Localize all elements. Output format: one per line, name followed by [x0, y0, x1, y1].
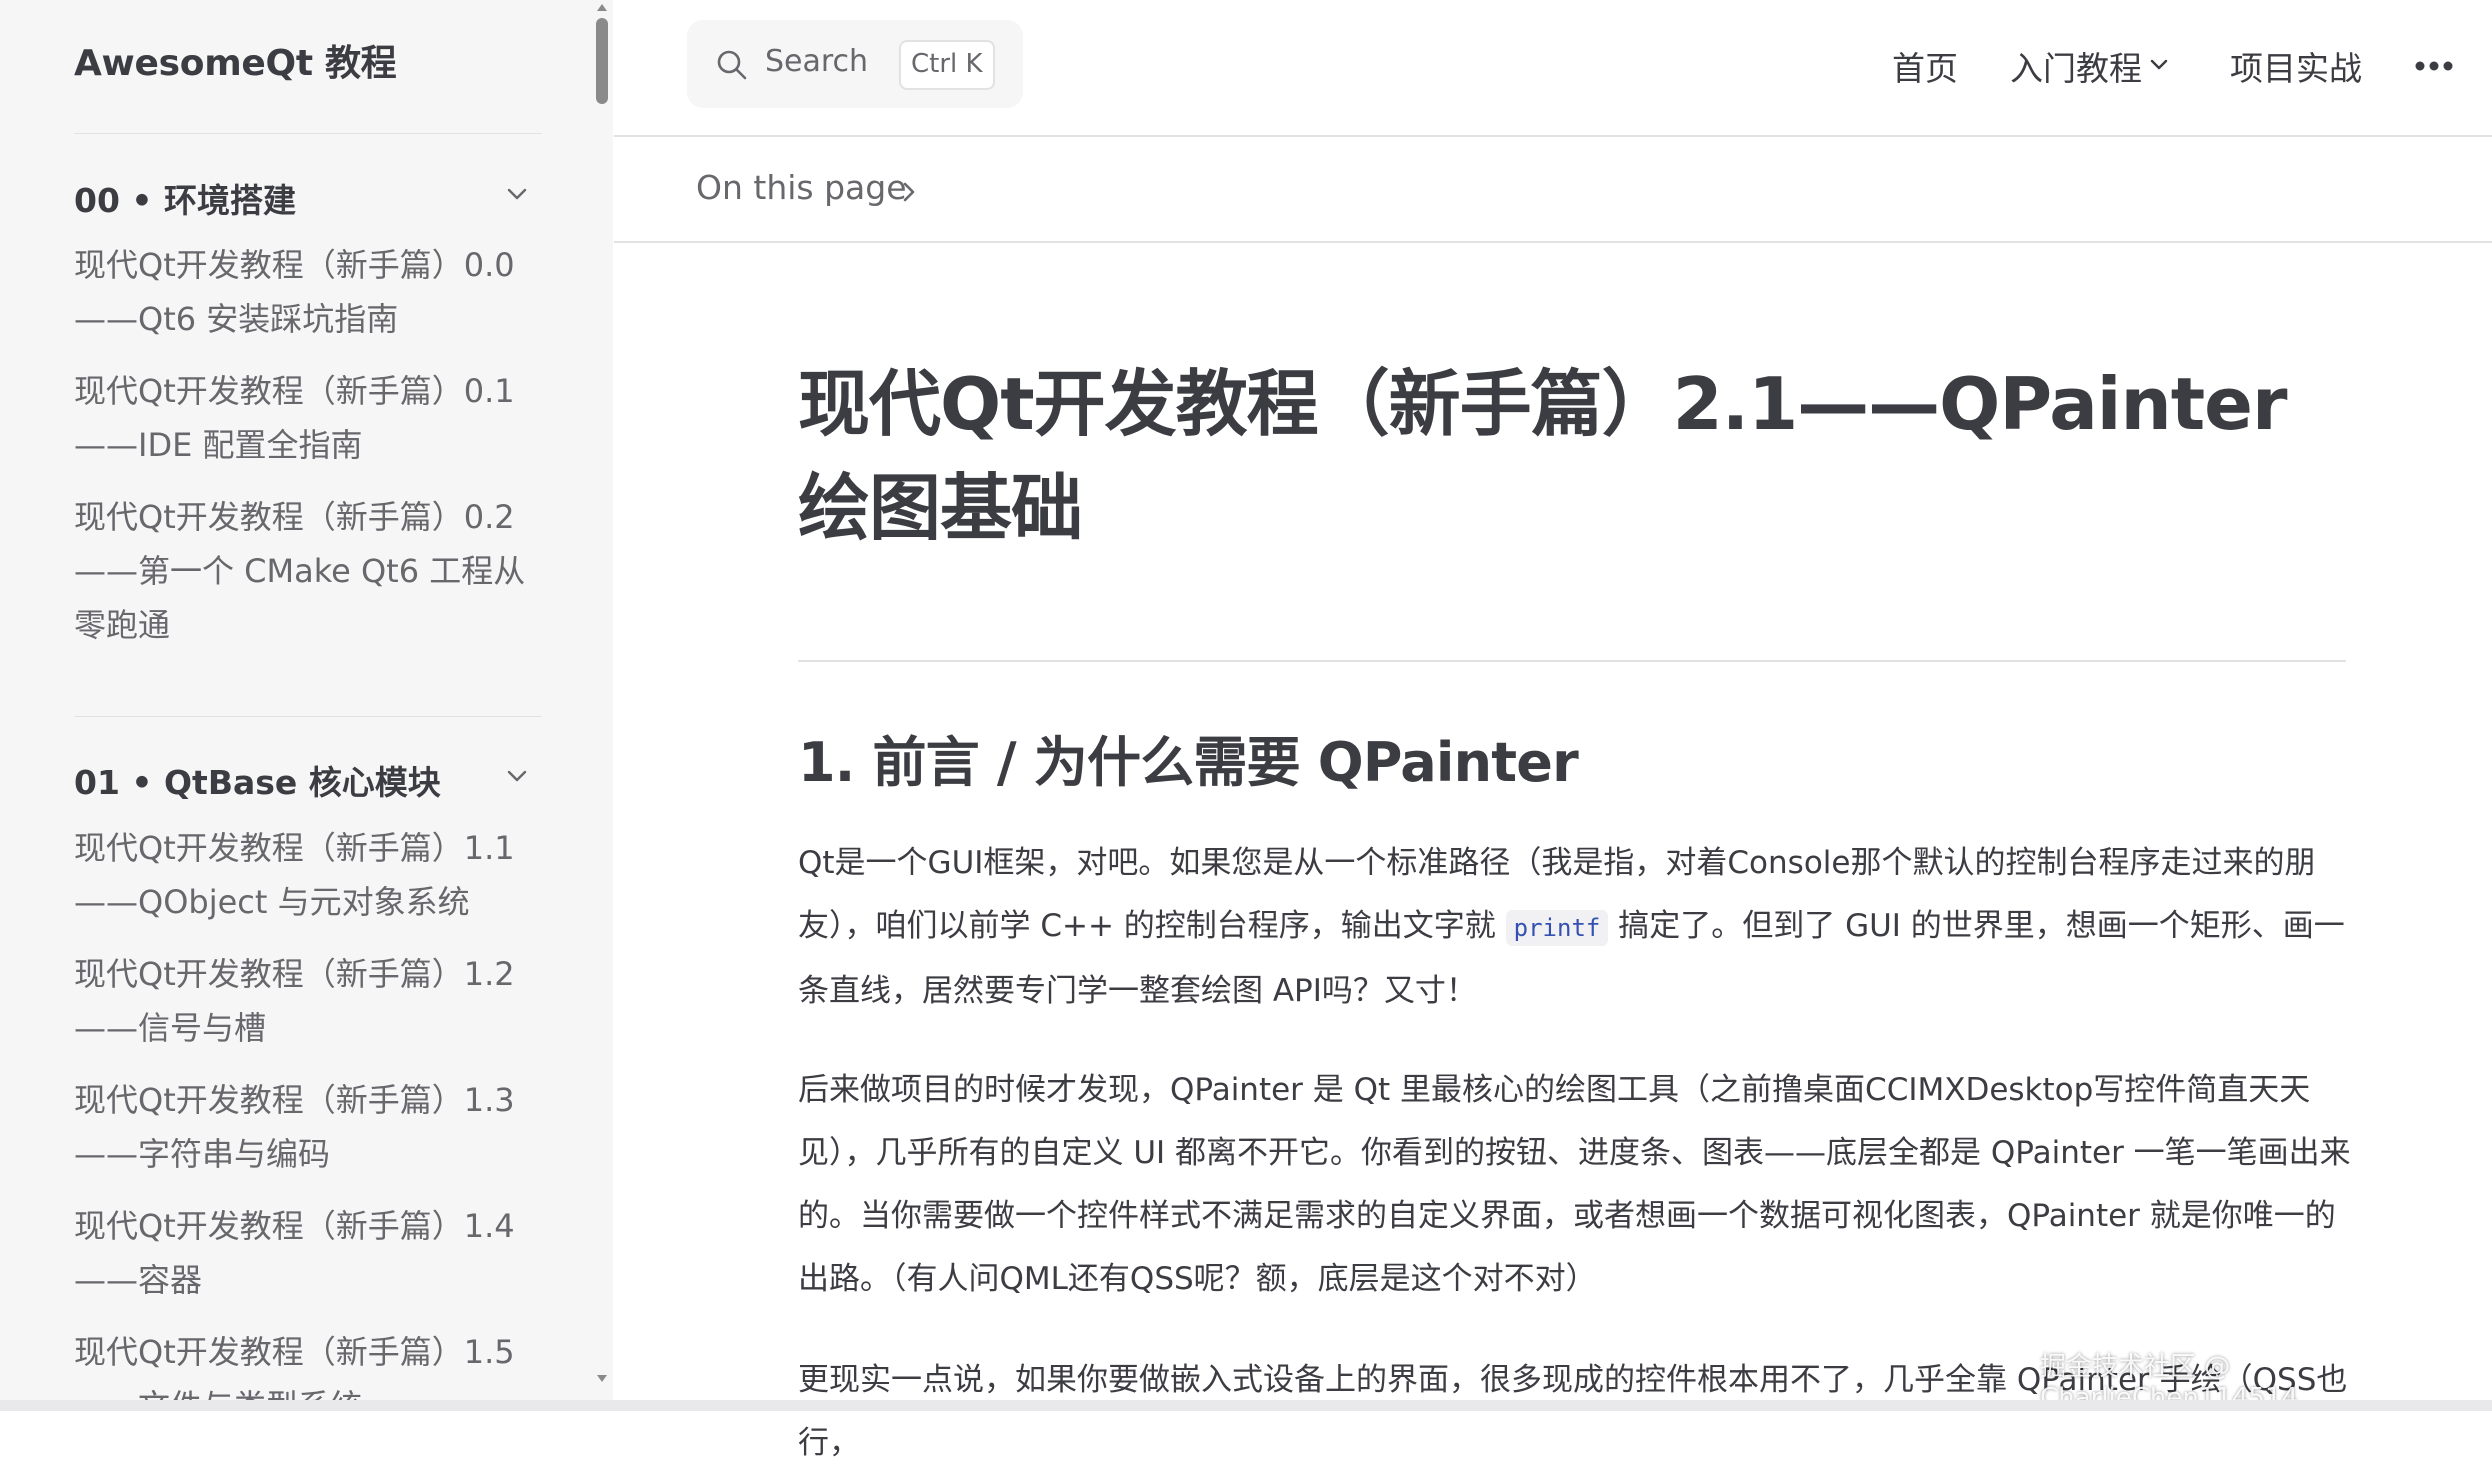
bottom-edge [0, 1400, 2492, 1411]
sidebar-section-title[interactable]: 00 • 环境搭建 [74, 174, 296, 222]
title-divider [798, 660, 2346, 662]
chevron-right-icon[interactable] [898, 178, 920, 206]
chevron-down-icon [2150, 59, 2168, 70]
site-title[interactable]: AwesomeQt 教程 [74, 34, 397, 86]
sidebar-divider [74, 716, 542, 717]
sidebar: AwesomeQt 教程 00 • 环境搭建 现代Qt开发教程（新手篇）0.0—… [0, 0, 595, 1411]
section-heading: 1. 前言 / 为什么需要 QPainter [798, 731, 1579, 794]
sidebar-item[interactable]: 现代Qt开发教程（新手篇）1.2——信号与槽 [74, 947, 534, 1055]
sidebar-item[interactable]: 现代Qt开发教程（新手篇）1.1——QObject 与元对象系统 [74, 821, 534, 929]
search-button[interactable]: Search Ctrl K [687, 20, 1023, 108]
on-this-page-button[interactable]: On this page [696, 168, 907, 207]
page-title: 现代Qt开发教程（新手篇）2.1——QPainter 绘图基础 [798, 362, 2288, 550]
sidebar-divider [74, 133, 542, 134]
scroll-down-arrow-icon[interactable] [594, 1372, 610, 1386]
local-nav-divider [614, 241, 2492, 243]
nav-link-tutorials[interactable]: 入门教程 [2010, 42, 2168, 90]
sidebar-item[interactable]: 现代Qt开发教程（新手篇）1.5——文件与类型系统 [74, 1325, 534, 1411]
paragraph: 后来做项目的时候才发现，QPainter 是 Qt 里最核心的绘图工具（之前撸桌… [798, 1072, 2351, 1297]
scroll-up-arrow-icon[interactable] [594, 0, 610, 14]
sidebar-item[interactable]: 现代Qt开发教程（新手篇）1.4——容器 [74, 1199, 534, 1307]
chevron-down-icon[interactable] [505, 182, 529, 206]
nav-link-tutorials-label: 入门教程 [2010, 49, 2142, 88]
sidebar-scrollbar[interactable] [595, 0, 613, 1411]
sidebar-item[interactable]: 现代Qt开发教程（新手篇）0.0——Qt6 安装踩坑指南 [74, 238, 534, 346]
search-shortcut-badge: Ctrl K [899, 40, 995, 90]
sidebar-section-title[interactable]: 01 • QtBase 核心模块 [74, 756, 441, 804]
search-icon [717, 50, 747, 80]
search-label: Search [765, 44, 869, 79]
inline-code: printf [1505, 910, 1609, 946]
sidebar-item[interactable]: 现代Qt开发教程（新手篇）1.3——字符串与编码 [74, 1073, 534, 1181]
sidebar-item[interactable]: 现代Qt开发教程（新手篇）0.1——IDE 配置全指南 [74, 364, 534, 472]
scrollbar-thumb[interactable] [596, 18, 608, 104]
paragraph: Qt是一个GUI框架，对吧。如果您是从一个标准路径（我是指，对着Console那… [798, 832, 2358, 1023]
chevron-down-icon[interactable] [505, 764, 529, 788]
nav-link-projects[interactable]: 项目实战 [2230, 42, 2362, 90]
nav-link-home[interactable]: 首页 [1892, 42, 1958, 90]
sidebar-item[interactable]: 现代Qt开发教程（新手篇）0.2——第一个 CMake Qt6 工程从零跑通 [74, 490, 534, 652]
more-dots-icon[interactable] [2414, 60, 2454, 72]
